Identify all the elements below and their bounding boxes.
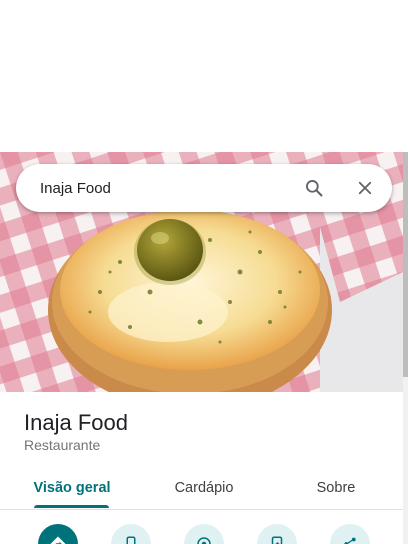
search-button[interactable] xyxy=(302,176,326,200)
share-button[interactable] xyxy=(330,524,370,544)
close-button[interactable] xyxy=(353,176,377,200)
place-title: Inaja Food xyxy=(24,410,128,435)
tab-about[interactable]: Sobre xyxy=(288,466,384,510)
close-icon xyxy=(358,181,372,195)
scrollbar-thumb[interactable] xyxy=(403,152,408,377)
active-tab-indicator xyxy=(34,505,109,508)
tab-bar: Visão geral Cardápio Sobre xyxy=(0,466,403,510)
place-category[interactable]: Restaurante xyxy=(24,437,100,453)
search-box[interactable] xyxy=(16,164,392,212)
send-to-phone-icon xyxy=(271,536,283,544)
action-row xyxy=(0,518,403,544)
phone-icon xyxy=(126,536,136,544)
tab-overview[interactable]: Visão geral xyxy=(14,466,130,510)
search-input[interactable] xyxy=(40,177,280,199)
directions-icon xyxy=(50,536,66,544)
nearby-button[interactable] xyxy=(184,524,224,544)
share-icon xyxy=(344,537,356,544)
nearby-icon xyxy=(197,537,211,544)
send-to-phone-button[interactable] xyxy=(257,524,297,544)
tab-menu[interactable]: Cardápio xyxy=(146,466,262,510)
search-icon xyxy=(306,180,323,197)
directions-button[interactable] xyxy=(38,524,78,544)
scrollbar[interactable] xyxy=(403,152,408,544)
call-button[interactable] xyxy=(111,524,151,544)
blank-area xyxy=(0,0,408,152)
